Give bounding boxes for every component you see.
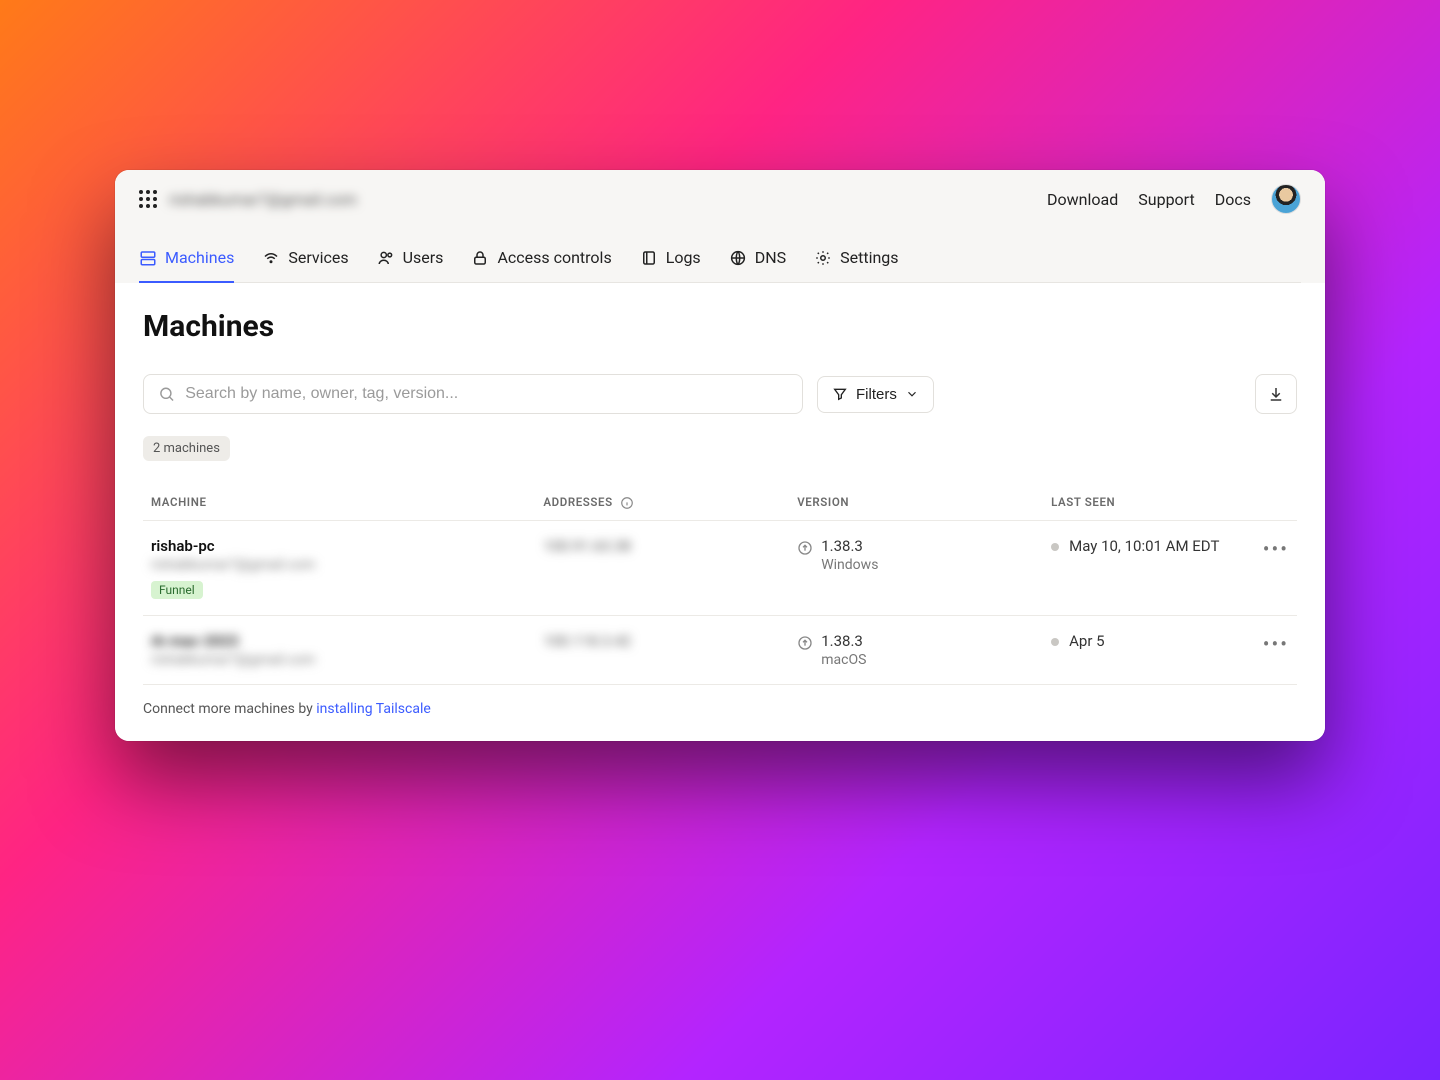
machine-address: 100.118.3.42 xyxy=(543,632,631,650)
link-download[interactable]: Download xyxy=(1047,190,1118,209)
download-button[interactable] xyxy=(1255,374,1297,414)
topbar: rishabkumar7@gmail.com Download Support … xyxy=(115,170,1325,283)
globe-icon xyxy=(729,249,747,267)
status-dot xyxy=(1051,543,1059,551)
footer-note: Connect more machines by installing Tail… xyxy=(143,701,1297,717)
filters-label: Filters xyxy=(856,386,897,403)
last-seen-value: May 10, 10:01 AM EDT xyxy=(1069,537,1219,555)
install-link[interactable]: installing Tailscale xyxy=(316,701,431,717)
tab-label: DNS xyxy=(755,248,786,267)
tab-label: Machines xyxy=(165,248,234,267)
os-value: macOS xyxy=(821,652,866,668)
tab-logs[interactable]: Logs xyxy=(640,238,701,283)
book-icon xyxy=(640,249,658,267)
machine-owner: rishabkumar7@gmail.com xyxy=(151,557,527,573)
last-seen-value: Apr 5 xyxy=(1069,632,1104,650)
version-value: 1.38.3 xyxy=(821,537,878,555)
org-name: rishabkumar7@gmail.com xyxy=(169,190,357,209)
toolbar: Filters xyxy=(143,374,1297,414)
gear-icon xyxy=(814,249,832,267)
nav-tabs: Machines Services Users Access controls … xyxy=(139,238,1301,283)
machine-address: 100.91.63.38 xyxy=(543,537,631,555)
filter-icon xyxy=(832,386,848,402)
org-switcher[interactable]: rishabkumar7@gmail.com xyxy=(139,190,357,209)
tab-label: Services xyxy=(288,248,348,267)
search-icon xyxy=(158,385,175,403)
machine-count-chip: 2 machines xyxy=(143,436,230,461)
machines-table: MACHINE ADDRESSES VERSION LAST SEEN rish… xyxy=(143,485,1297,685)
link-docs[interactable]: Docs xyxy=(1215,190,1251,209)
tab-label: Access controls xyxy=(497,248,611,267)
machine-name: rishab-pc xyxy=(151,537,527,555)
app-window: rishabkumar7@gmail.com Download Support … xyxy=(115,170,1325,741)
tab-dns[interactable]: DNS xyxy=(729,238,786,283)
status-dot xyxy=(1051,638,1059,646)
tab-label: Settings xyxy=(840,248,898,267)
main-content: Machines Filters 2 machines MACHINE xyxy=(115,283,1325,741)
col-machine: MACHINE xyxy=(143,485,535,520)
info-icon xyxy=(620,496,634,510)
tab-users[interactable]: Users xyxy=(377,238,444,283)
tab-settings[interactable]: Settings xyxy=(814,238,898,283)
os-value: Windows xyxy=(821,557,878,573)
tab-label: Users xyxy=(403,248,444,267)
col-last-seen: LAST SEEN xyxy=(1043,485,1251,520)
machine-name: rk-mac-2023 xyxy=(151,632,527,650)
tab-access-controls[interactable]: Access controls xyxy=(471,238,611,283)
tab-label: Logs xyxy=(666,248,701,267)
page-title: Machines xyxy=(143,309,1297,344)
download-icon xyxy=(1267,385,1285,403)
machines-icon xyxy=(139,249,157,267)
col-addresses: ADDRESSES xyxy=(535,485,789,520)
avatar[interactable] xyxy=(1271,184,1301,214)
update-icon xyxy=(797,540,813,556)
lock-icon xyxy=(471,249,489,267)
row-actions-button[interactable]: ••• xyxy=(1251,615,1297,684)
table-row[interactable]: rishab-pc rishabkumar7@gmail.com Funnel … xyxy=(143,520,1297,615)
filters-button[interactable]: Filters xyxy=(817,376,934,413)
tab-services[interactable]: Services xyxy=(262,238,348,283)
row-actions-button[interactable]: ••• xyxy=(1251,520,1297,615)
version-value: 1.38.3 xyxy=(821,632,866,650)
machine-owner: rishabkumar7@gmail.com xyxy=(151,652,527,668)
users-icon xyxy=(377,249,395,267)
tab-machines[interactable]: Machines xyxy=(139,238,234,283)
search-input[interactable] xyxy=(185,385,788,403)
chevron-down-icon xyxy=(905,387,919,401)
header-links: Download Support Docs xyxy=(1047,184,1301,214)
col-version: VERSION xyxy=(789,485,1043,520)
grid-icon xyxy=(139,190,157,208)
update-icon xyxy=(797,635,813,651)
table-row[interactable]: rk-mac-2023 rishabkumar7@gmail.com 100.1… xyxy=(143,615,1297,684)
funnel-badge: Funnel xyxy=(151,581,203,599)
link-support[interactable]: Support xyxy=(1138,190,1194,209)
wifi-icon xyxy=(262,249,280,267)
search-input-wrapper[interactable] xyxy=(143,374,803,414)
